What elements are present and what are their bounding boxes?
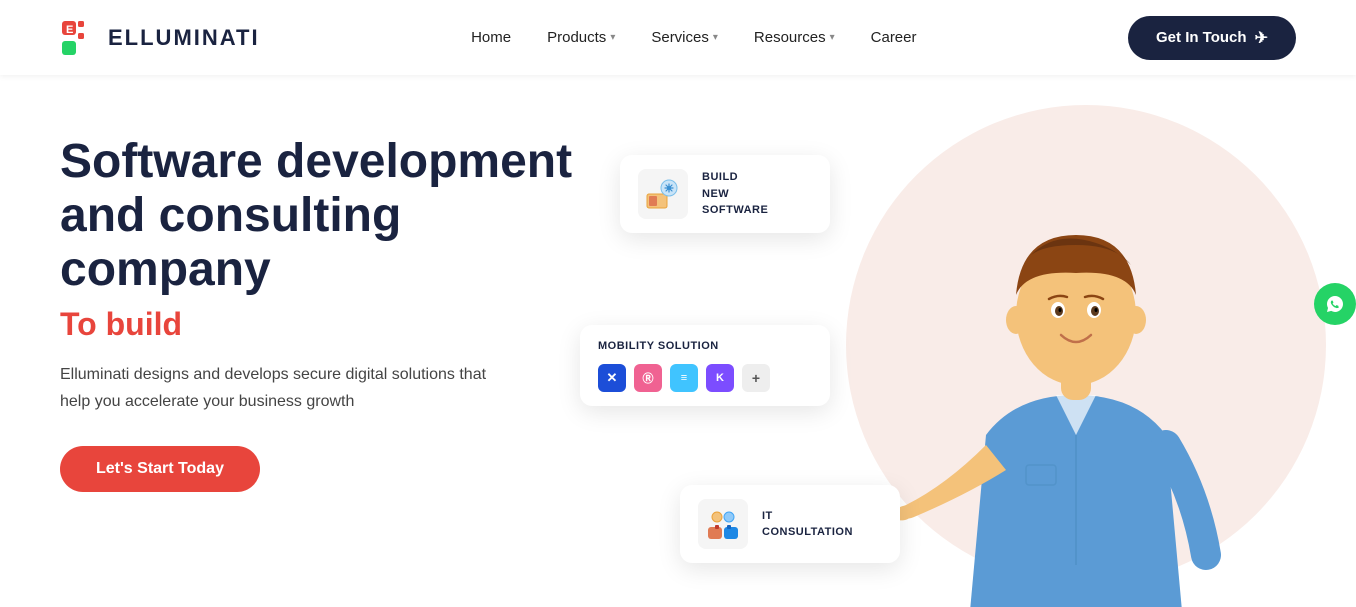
hero-right: BUILDNEWSOFTWARE MOBILITY SOLUTION ✕ Ⓡ ≡ <box>600 125 1296 607</box>
build-software-icon <box>638 169 688 219</box>
navbar: E ELLUMINATI Home Products ▾ Services ▾ … <box>0 0 1356 75</box>
nav-links: Home Products ▾ Services ▾ Resources ▾ C… <box>471 29 916 46</box>
chevron-down-icon: ▾ <box>610 32 615 43</box>
mobility-solution-label: MOBILITY SOLUTION <box>598 339 719 354</box>
hero-section: Software development and consulting comp… <box>0 75 1356 607</box>
nav-item-products[interactable]: Products ▾ <box>547 29 615 46</box>
it-consultation-label: ITCONSULTATION <box>762 508 853 541</box>
svg-text:E: E <box>66 24 73 36</box>
nav-link-services[interactable]: Services ▾ <box>651 29 718 46</box>
hero-person-image <box>886 125 1266 607</box>
lets-start-button[interactable]: Let's Start Today <box>60 446 260 492</box>
chevron-down-icon: ▾ <box>830 32 835 43</box>
get-in-touch-button[interactable]: Get In Touch ✈ <box>1128 16 1296 60</box>
nav-link-products[interactable]: Products ▾ <box>547 29 615 46</box>
send-icon: ✈ <box>1255 28 1268 48</box>
flutter-icon: ≡ <box>670 364 698 392</box>
more-icon: + <box>742 364 770 392</box>
logo[interactable]: E ELLUMINATI <box>60 19 260 57</box>
react-icon: Ⓡ <box>634 364 662 392</box>
kotlin-icon: K <box>706 364 734 392</box>
hero-left: Software development and consulting comp… <box>60 125 600 492</box>
nav-link-home[interactable]: Home <box>471 29 511 46</box>
logo-icon: E <box>60 19 98 57</box>
build-software-label: BUILDNEWSOFTWARE <box>702 169 768 219</box>
card-it-consultation: ITCONSULTATION <box>680 485 900 563</box>
chevron-down-icon: ▾ <box>713 32 718 43</box>
nav-link-career[interactable]: Career <box>871 29 917 46</box>
whatsapp-icon <box>1322 291 1348 317</box>
whatsapp-button[interactable] <box>1314 283 1356 325</box>
nav-item-resources[interactable]: Resources ▾ <box>754 29 835 46</box>
hero-description: Elluminati designs and develops secure d… <box>60 361 520 415</box>
nav-link-resources[interactable]: Resources ▾ <box>754 29 835 46</box>
logo-text: ELLUMINATI <box>108 25 260 51</box>
it-consultation-icon <box>698 499 748 549</box>
hero-title: Software development and consulting comp… <box>60 135 600 296</box>
nav-item-home[interactable]: Home <box>471 29 511 46</box>
nav-item-services[interactable]: Services ▾ <box>651 29 718 46</box>
card-build-software: BUILDNEWSOFTWARE <box>620 155 830 233</box>
card-mobility-solution: MOBILITY SOLUTION ✕ Ⓡ ≡ K <box>580 325 830 406</box>
xcode-icon: ✕ <box>598 364 626 392</box>
nav-item-career[interactable]: Career <box>871 29 917 46</box>
hero-animated-label: To build <box>60 306 600 343</box>
mobility-icons: ✕ Ⓡ ≡ K + <box>598 364 770 392</box>
